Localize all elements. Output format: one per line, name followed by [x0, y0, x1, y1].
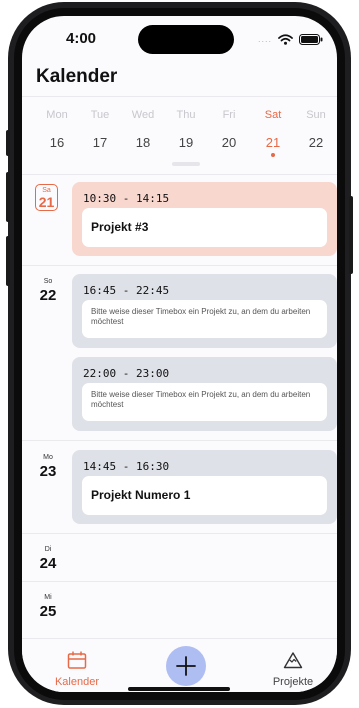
weekday-date: 17 — [92, 135, 108, 150]
weekday-date: 20 — [221, 135, 237, 150]
weekday-date: 22 — [308, 135, 324, 150]
weekday-name: Wed — [131, 109, 155, 121]
add-timebox-button[interactable] — [166, 646, 206, 686]
mountain-icon — [283, 652, 303, 669]
plus-icon — [176, 656, 196, 676]
day-number: 24 — [39, 555, 57, 572]
battery-icon — [299, 33, 323, 45]
timebox-project-card[interactable]: Projekt Numero 1 — [82, 476, 327, 515]
weekday-date: 18 — [135, 135, 151, 150]
weekday-name: Sat — [264, 109, 282, 121]
day-label: Mi 25 — [30, 594, 66, 620]
app-screen: 4:00 .... Kalender Mon 16 Tue 17 Wed 18 … — [22, 16, 337, 692]
selected-day-dot — [271, 153, 275, 157]
status-bar: 4:00 .... — [22, 16, 337, 64]
week-strip: Mon 16 Tue 17 Wed 18 Thu 19 Fri 20 Sat 2… — [22, 108, 337, 168]
weekday-date: 21 — [265, 135, 281, 150]
volume-down-button — [6, 236, 10, 286]
page-title: Kalender — [36, 66, 118, 87]
status-time: 4:00 — [66, 30, 97, 47]
day-number: 22 — [39, 287, 57, 304]
week-day-mon[interactable]: Mon 16 — [40, 108, 74, 151]
timebox-range: 16:45 - 22:45 — [83, 284, 170, 297]
day-divider — [22, 440, 337, 441]
weekday-name: Mon — [46, 109, 68, 121]
weekday-name: Tue — [90, 109, 110, 121]
tab-kalender[interactable]: Kalender — [42, 651, 112, 688]
day-weekday: Di — [44, 546, 52, 553]
day-number: 23 — [39, 463, 57, 480]
weekday-name: Thu — [176, 109, 196, 121]
assign-project-hint: Bitte weise dieser Timebox ein Projekt z… — [91, 390, 311, 409]
timebox-range: 14:45 - 16:30 — [83, 460, 170, 473]
timebox-card[interactable]: 22:00 - 23:00 Bitte weise dieser Timebox… — [72, 357, 337, 431]
tab-projekte[interactable]: Projekte — [258, 651, 328, 688]
weekday-name: Sun — [306, 109, 326, 121]
week-day-sun[interactable]: Sun 22 — [299, 108, 333, 151]
timebox-range: 22:00 - 23:00 — [83, 367, 170, 380]
dynamic-island — [138, 25, 234, 54]
day-number: 25 — [39, 603, 57, 620]
week-day-sat-selected[interactable]: Sat 21 — [256, 108, 290, 157]
day-divider — [22, 581, 337, 582]
day-weekday: So — [43, 278, 53, 285]
day-label: So 22 — [30, 278, 66, 304]
weekday-date: 19 — [178, 135, 194, 150]
today-date-badge: Sa 21 — [35, 184, 58, 211]
timebox-assign-prompt[interactable]: Bitte weise dieser Timebox ein Projekt z… — [82, 383, 327, 421]
week-day-wed[interactable]: Wed 18 — [126, 108, 160, 151]
tab-label: Projekte — [272, 676, 314, 688]
assign-project-hint: Bitte weise dieser Timebox ein Projekt z… — [91, 307, 311, 326]
sheet-grabber-handle[interactable] — [172, 162, 200, 166]
day-number: 21 — [38, 194, 55, 210]
week-day-tue[interactable]: Tue 17 — [83, 108, 117, 151]
timebox-project-card[interactable]: Projekt #3 — [82, 208, 327, 247]
weekday-name: Fri — [222, 109, 236, 121]
power-button — [349, 196, 353, 274]
day-weekday: Mo — [43, 454, 53, 461]
timebox-range: 10:30 - 14:15 — [83, 192, 170, 205]
signal-icon: .... — [258, 34, 273, 44]
project-name: Projekt Numero 1 — [91, 488, 191, 502]
header-divider — [22, 96, 337, 97]
day-weekday: Mi — [44, 594, 52, 601]
timebox-card[interactable]: 10:30 - 14:15 Projekt #3 — [72, 182, 337, 256]
project-name: Projekt #3 — [91, 220, 149, 234]
day-divider — [22, 265, 337, 266]
tab-label: Kalender — [54, 676, 100, 688]
calendar-icon — [67, 651, 87, 669]
side-button — [6, 130, 10, 156]
day-label: Di 24 — [30, 546, 66, 572]
timebox-card[interactable]: 14:45 - 16:30 Projekt Numero 1 — [72, 450, 337, 524]
volume-up-button — [6, 172, 10, 222]
week-day-fri[interactable]: Fri 20 — [212, 108, 246, 151]
day-label: Mo 23 — [30, 454, 66, 480]
phone-mockup: 4:00 .... Kalender Mon 16 Tue 17 Wed 18 … — [0, 0, 359, 708]
timebox-card[interactable]: 16:45 - 22:45 Bitte weise dieser Timebox… — [72, 274, 337, 348]
week-divider — [22, 174, 337, 175]
wifi-icon — [278, 33, 293, 45]
week-day-thu[interactable]: Thu 19 — [169, 108, 203, 151]
weekday-date: 16 — [49, 135, 65, 150]
day-divider — [22, 533, 337, 534]
home-indicator[interactable] — [128, 687, 230, 691]
timebox-assign-prompt[interactable]: Bitte weise dieser Timebox ein Projekt z… — [82, 300, 327, 338]
status-icons: .... — [258, 31, 323, 47]
